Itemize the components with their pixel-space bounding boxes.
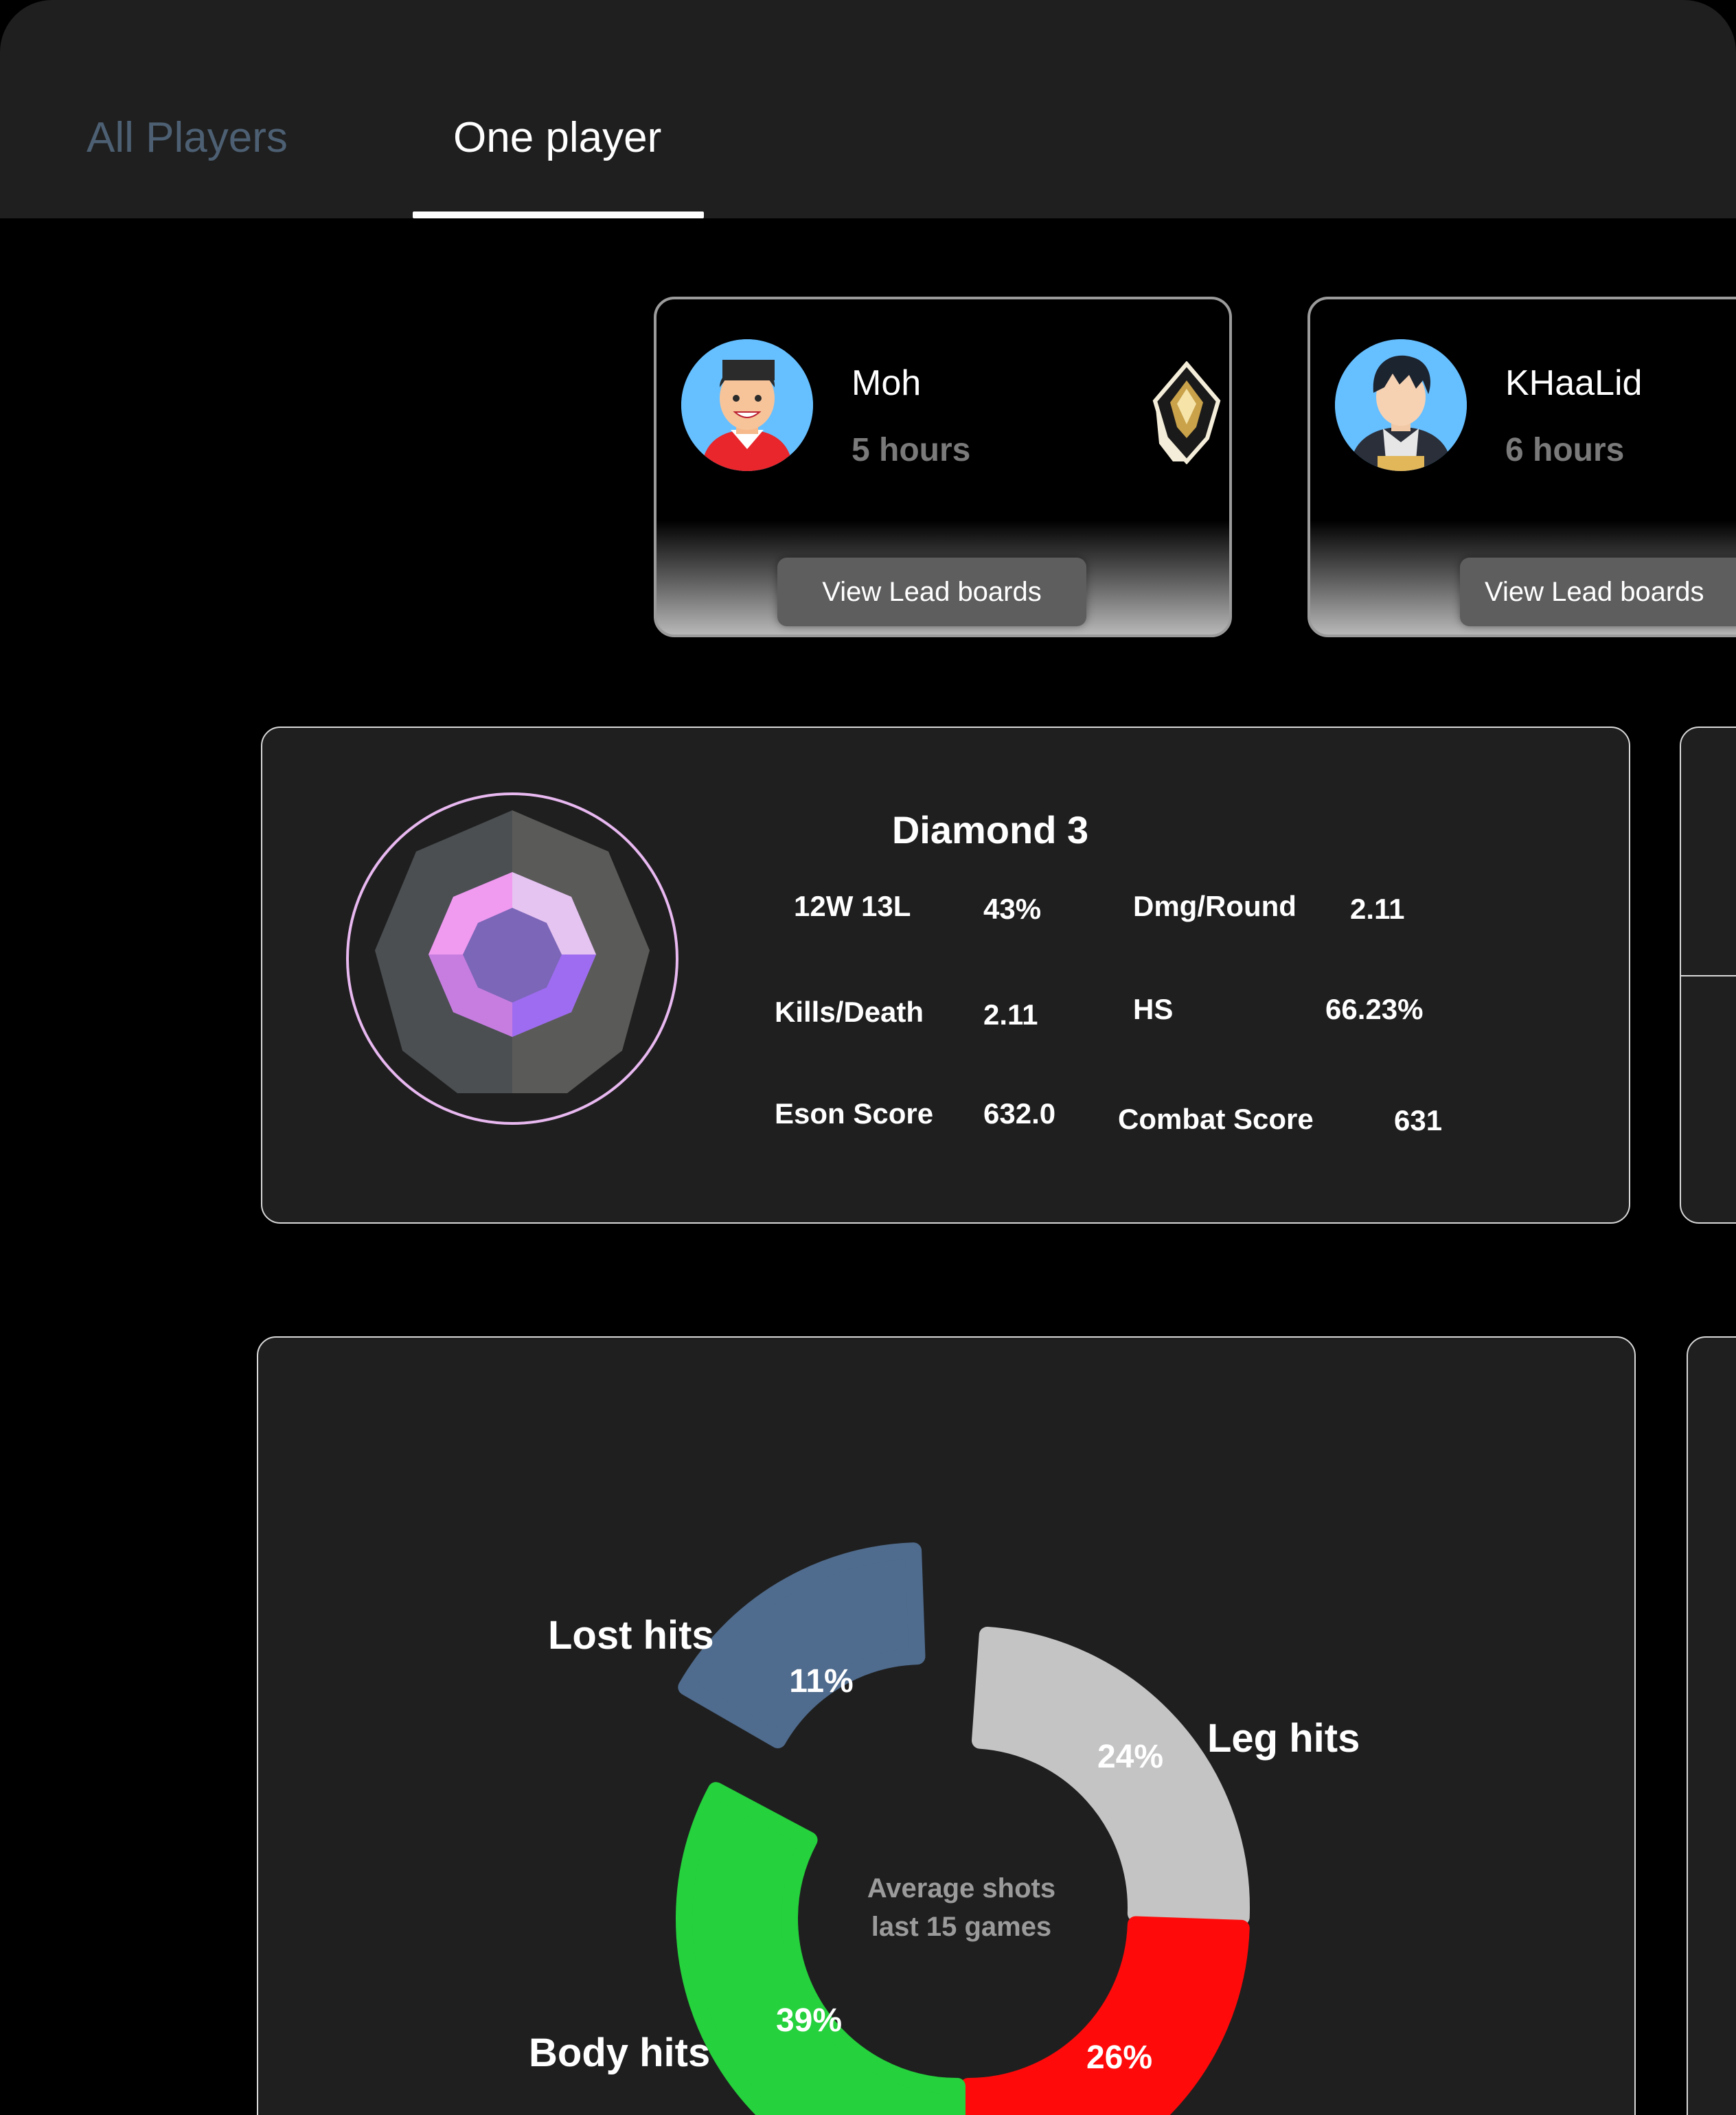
donut-segment-body-hits <box>676 1782 966 2115</box>
hits-donut-chart: 11% 24% 26% 39% <box>676 1542 1250 2115</box>
donut-segment-red-hits <box>960 1916 1250 2115</box>
donut-value-body-hits: 39% <box>776 2002 842 2039</box>
donut-value-lost-hits: 11% <box>789 1663 853 1700</box>
legend-body-hits: Body hits <box>529 2031 711 2075</box>
donut-value-red-hits: 26% <box>1086 2039 1152 2076</box>
chart-center-label: Average shots last 15 games <box>783 1869 1140 1946</box>
legend-lost-hits: Lost hits <box>548 1613 714 1658</box>
center-label-line-1: Average shots <box>867 1873 1056 1904</box>
center-label-line-2: last 15 games <box>871 1912 1052 1942</box>
donut-value-leg-hits: 24% <box>1097 1739 1163 1775</box>
legend-leg-hits: Leg hits <box>1207 1716 1360 1761</box>
donut-segment-lost-hits <box>678 1542 926 1748</box>
app-frame: All Players One player Moh 5 hours View … <box>0 0 1736 2115</box>
